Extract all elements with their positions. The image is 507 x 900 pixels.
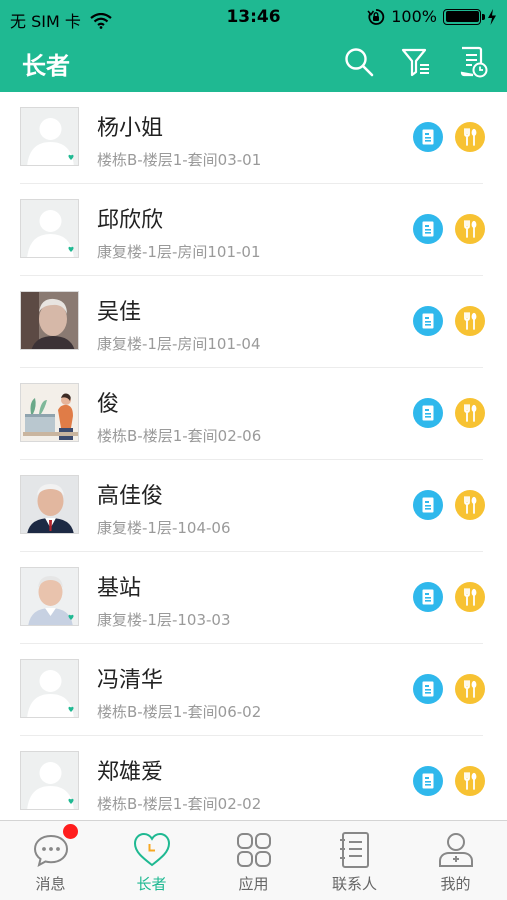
elder-location: 楼栋B-楼层1-套间02-02 (97, 795, 262, 813)
elder-name: 郑雄爱 (97, 760, 164, 785)
tab-label: 长者 (136, 875, 167, 893)
elder-name: 高佳俊 (97, 484, 164, 509)
avatar-placeholder (20, 751, 79, 810)
elder-row[interactable]: 郑雄爱 楼栋B-楼层1-套间02-02 (0, 736, 507, 820)
filter-icon[interactable] (400, 46, 432, 78)
meal-utensils-icon[interactable] (455, 490, 485, 520)
elder-row[interactable]: 吴佳 康复楼-1层-房间101-04 (0, 276, 507, 368)
avatar-placeholder (20, 659, 79, 718)
tab-label: 消息 (35, 875, 66, 893)
avatar-photo (20, 291, 79, 350)
apps-grid-icon (237, 833, 271, 867)
avatar-placeholder (20, 199, 79, 258)
id-card-icon[interactable] (413, 306, 443, 336)
meal-utensils-icon[interactable] (455, 306, 485, 336)
elder-name: 吴佳 (97, 300, 142, 325)
navigation-bar: 长者 (0, 34, 507, 92)
elder-name: 杨小姐 (97, 116, 164, 141)
id-card-icon[interactable] (413, 766, 443, 796)
tab-me[interactable]: 我的 (405, 821, 506, 900)
meal-utensils-icon[interactable] (455, 122, 485, 152)
id-card-icon[interactable] (413, 582, 443, 612)
tab-contacts[interactable]: 联系人 (304, 821, 405, 900)
header-bar: 无 SIM 卡 13:46 100% 长者 (0, 0, 507, 92)
contacts-book-icon (340, 832, 369, 868)
id-card-icon[interactable] (413, 398, 443, 428)
elder-list[interactable]: 杨小姐 楼栋B-楼层1-套间03-01 邱欣欣 康复楼-1层-房间101-01 (0, 92, 507, 820)
elder-row[interactable]: 邱欣欣 康复楼-1层-房间101-01 (0, 184, 507, 276)
meal-utensils-icon[interactable] (455, 398, 485, 428)
user-icon (439, 833, 473, 867)
tab-messages[interactable]: 消息 (0, 821, 101, 900)
elder-location: 康复楼-1层-房间101-04 (97, 335, 261, 353)
tab-label: 我的 (440, 875, 471, 893)
elder-name: 冯清华 (97, 668, 164, 693)
elder-name: 邱欣欣 (97, 208, 164, 233)
bottom-tab-bar: 消息 长者 应用 联系人 我的 (0, 820, 507, 900)
elder-row[interactable]: 俊 楼栋B-楼层1-套间02-06 (0, 368, 507, 460)
charging-icon (488, 8, 496, 25)
elder-row[interactable]: 冯清华 楼栋B-楼层1-套间06-02 (0, 644, 507, 736)
page-title: 长者 (22, 52, 70, 80)
elder-name: 基站 (97, 576, 142, 601)
meal-utensils-icon[interactable] (455, 674, 485, 704)
meal-utensils-icon[interactable] (455, 582, 485, 612)
elder-location: 楼栋B-楼层1-套间02-06 (97, 427, 262, 445)
meal-utensils-icon[interactable] (455, 214, 485, 244)
avatar-placeholder (20, 107, 79, 166)
status-bar: 无 SIM 卡 13:46 100% (0, 0, 507, 34)
notification-dot (63, 824, 78, 839)
elder-row[interactable]: 高佳俊 康复楼-1层-104-06 (0, 460, 507, 552)
id-card-icon[interactable] (413, 214, 443, 244)
elder-location: 康复楼-1层-103-03 (97, 611, 231, 629)
heart-icon (133, 832, 171, 867)
tab-apps[interactable]: 应用 (203, 821, 304, 900)
search-icon[interactable] (343, 46, 375, 78)
elder-location: 康复楼-1层-104-06 (97, 519, 231, 537)
battery-icon (443, 8, 485, 25)
elder-location: 楼栋B-楼层1-套间03-01 (97, 151, 262, 169)
id-card-icon[interactable] (413, 674, 443, 704)
avatar-photo (20, 475, 79, 534)
rotation-lock-icon (367, 8, 385, 25)
tab-elders[interactable]: 长者 (101, 821, 202, 900)
elder-name: 俊 (97, 392, 120, 417)
id-card-icon[interactable] (413, 490, 443, 520)
elder-location: 楼栋B-楼层1-套间06-02 (97, 703, 262, 721)
tab-label: 应用 (238, 875, 269, 893)
id-card-icon[interactable] (413, 122, 443, 152)
meal-utensils-icon[interactable] (455, 766, 485, 796)
record-history-icon[interactable] (457, 46, 489, 78)
avatar-illustration (20, 383, 79, 442)
tab-label: 联系人 (331, 875, 377, 893)
elder-location: 康复楼-1层-房间101-01 (97, 243, 261, 261)
elder-row[interactable]: 基站 康复楼-1层-103-03 (0, 552, 507, 644)
status-right: 100% (367, 7, 497, 26)
avatar-photo (20, 567, 79, 626)
elder-row[interactable]: 杨小姐 楼栋B-楼层1-套间03-01 (0, 92, 507, 184)
battery-percent: 100% (391, 7, 437, 26)
